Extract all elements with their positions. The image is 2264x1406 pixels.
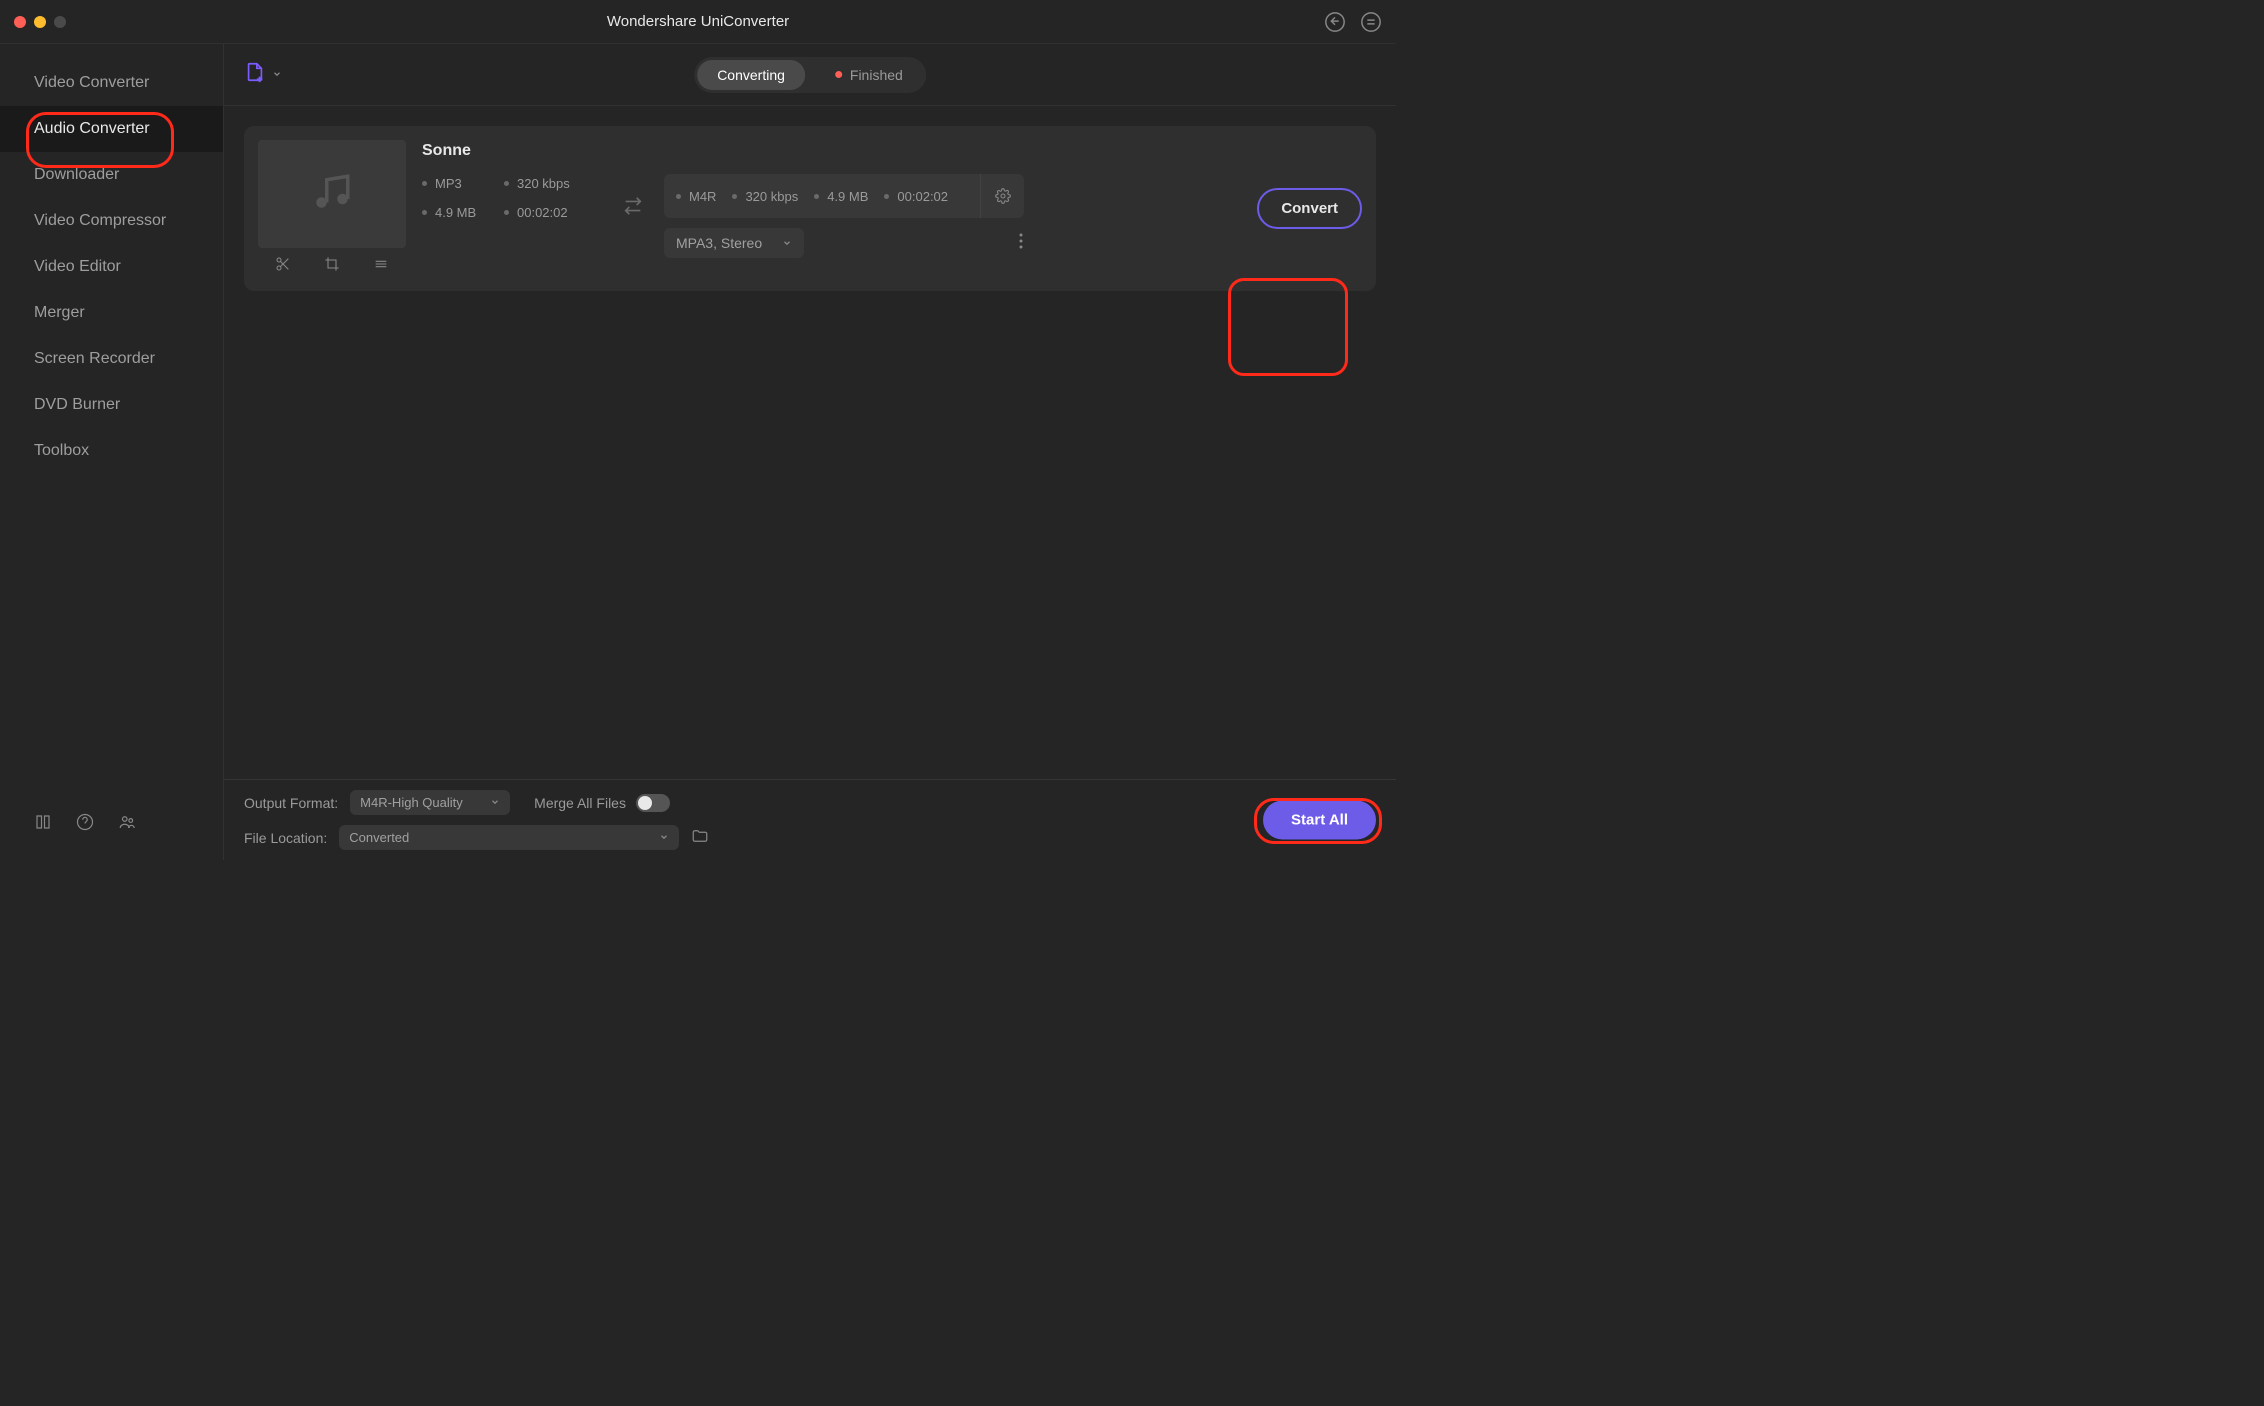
dest-format: M4R bbox=[689, 189, 716, 204]
music-note-icon bbox=[311, 171, 353, 218]
src-duration: 00:02:02 bbox=[517, 205, 568, 220]
file-card: Sonne MP3 320 kbps 4.9 MB 00:02:02 bbox=[244, 126, 1376, 291]
zoom-window-icon[interactable] bbox=[54, 16, 66, 28]
tab-label: Finished bbox=[850, 67, 903, 83]
settings-button[interactable] bbox=[980, 174, 1024, 218]
help-icon[interactable] bbox=[76, 813, 94, 836]
dest-bitrate: 320 kbps bbox=[745, 189, 798, 204]
start-all-label: Start All bbox=[1291, 812, 1348, 829]
sidebar-item-video-compressor[interactable]: Video Compressor bbox=[0, 198, 223, 244]
tutorial-icon[interactable] bbox=[34, 813, 52, 836]
sidebar-item-label: Merger bbox=[34, 304, 85, 321]
shuffle-icon bbox=[622, 195, 644, 222]
add-file-icon bbox=[244, 60, 266, 89]
notification-dot-icon bbox=[835, 71, 842, 78]
file-thumbnail[interactable] bbox=[258, 140, 406, 248]
merge-toggle[interactable] bbox=[636, 794, 670, 812]
open-folder-icon[interactable] bbox=[691, 827, 709, 848]
chevron-down-icon bbox=[659, 830, 669, 845]
tab-label: Converting bbox=[717, 67, 785, 83]
effects-icon[interactable] bbox=[373, 256, 389, 277]
sidebar-item-audio-converter[interactable]: Audio Converter bbox=[0, 106, 223, 152]
channel-value: MPA3, Stereo bbox=[676, 235, 762, 251]
topbar: Converting Finished bbox=[224, 44, 1396, 106]
account-icon[interactable] bbox=[1324, 11, 1346, 33]
trim-icon[interactable] bbox=[275, 256, 291, 277]
bottom-bar: Output Format: M4R-High Quality Merge Al… bbox=[224, 779, 1396, 860]
source-meta: Sonne MP3 320 kbps 4.9 MB 00:02:02 bbox=[422, 140, 602, 277]
merge-label: Merge All Files bbox=[534, 795, 626, 811]
src-format: MP3 bbox=[435, 176, 462, 191]
sidebar-item-label: Downloader bbox=[34, 166, 119, 183]
convert-button[interactable]: Convert bbox=[1257, 188, 1362, 229]
titlebar: Wondershare UniConverter bbox=[0, 0, 1396, 44]
convert-label: Convert bbox=[1281, 200, 1338, 217]
dest-meta-row: M4R 320 kbps 4.9 MB 00:02:02 bbox=[664, 174, 1024, 218]
chevron-down-icon bbox=[490, 795, 500, 810]
community-icon[interactable] bbox=[118, 813, 136, 836]
channel-dropdown[interactable]: MPA3, Stereo bbox=[664, 228, 804, 258]
sidebar-item-video-converter[interactable]: Video Converter bbox=[0, 60, 223, 106]
sidebar-item-label: Video Converter bbox=[34, 74, 149, 91]
sidebar-item-label: Video Compressor bbox=[34, 212, 166, 229]
sidebar: Video Converter Audio Converter Download… bbox=[0, 44, 224, 860]
menu-icon[interactable] bbox=[1360, 11, 1382, 33]
sidebar-item-screen-recorder[interactable]: Screen Recorder bbox=[0, 336, 223, 382]
chevron-down-icon bbox=[782, 235, 792, 251]
window-controls bbox=[14, 16, 66, 28]
file-location-dropdown[interactable]: Converted bbox=[339, 825, 679, 850]
sidebar-item-dvd-burner[interactable]: DVD Burner bbox=[0, 382, 223, 428]
dest-duration: 00:02:02 bbox=[897, 189, 948, 204]
dest-size: 4.9 MB bbox=[827, 189, 868, 204]
minimize-window-icon[interactable] bbox=[34, 16, 46, 28]
info-icon[interactable] bbox=[1018, 232, 1024, 255]
sidebar-item-video-editor[interactable]: Video Editor bbox=[0, 244, 223, 290]
sidebar-item-label: DVD Burner bbox=[34, 396, 120, 413]
sidebar-item-label: Toolbox bbox=[34, 442, 89, 459]
output-format-value: M4R-High Quality bbox=[360, 795, 463, 810]
sidebar-item-label: Audio Converter bbox=[34, 120, 150, 137]
chevron-down-icon bbox=[272, 66, 282, 84]
output-format-dropdown[interactable]: M4R-High Quality bbox=[350, 790, 510, 815]
sidebar-item-merger[interactable]: Merger bbox=[0, 290, 223, 336]
tab-finished[interactable]: Finished bbox=[815, 60, 923, 90]
app-title: Wondershare UniConverter bbox=[607, 13, 789, 30]
highlight-annotation bbox=[1228, 278, 1348, 376]
sidebar-item-toolbox[interactable]: Toolbox bbox=[0, 428, 223, 474]
sidebar-item-label: Screen Recorder bbox=[34, 350, 155, 367]
src-bitrate: 320 kbps bbox=[517, 176, 570, 191]
file-location-label: File Location: bbox=[244, 830, 327, 846]
tab-converting[interactable]: Converting bbox=[697, 60, 805, 90]
sidebar-item-label: Video Editor bbox=[34, 258, 121, 275]
tabs-segment: Converting Finished bbox=[694, 57, 926, 93]
start-all-button[interactable]: Start All bbox=[1263, 801, 1376, 840]
crop-icon[interactable] bbox=[324, 256, 340, 277]
output-format-label: Output Format: bbox=[244, 795, 338, 811]
file-list: Sonne MP3 320 kbps 4.9 MB 00:02:02 bbox=[224, 106, 1396, 779]
src-size: 4.9 MB bbox=[435, 205, 476, 220]
file-location-value: Converted bbox=[349, 830, 409, 845]
sidebar-item-downloader[interactable]: Downloader bbox=[0, 152, 223, 198]
add-file-button[interactable] bbox=[244, 60, 282, 89]
close-window-icon[interactable] bbox=[14, 16, 26, 28]
file-name: Sonne bbox=[422, 142, 602, 160]
